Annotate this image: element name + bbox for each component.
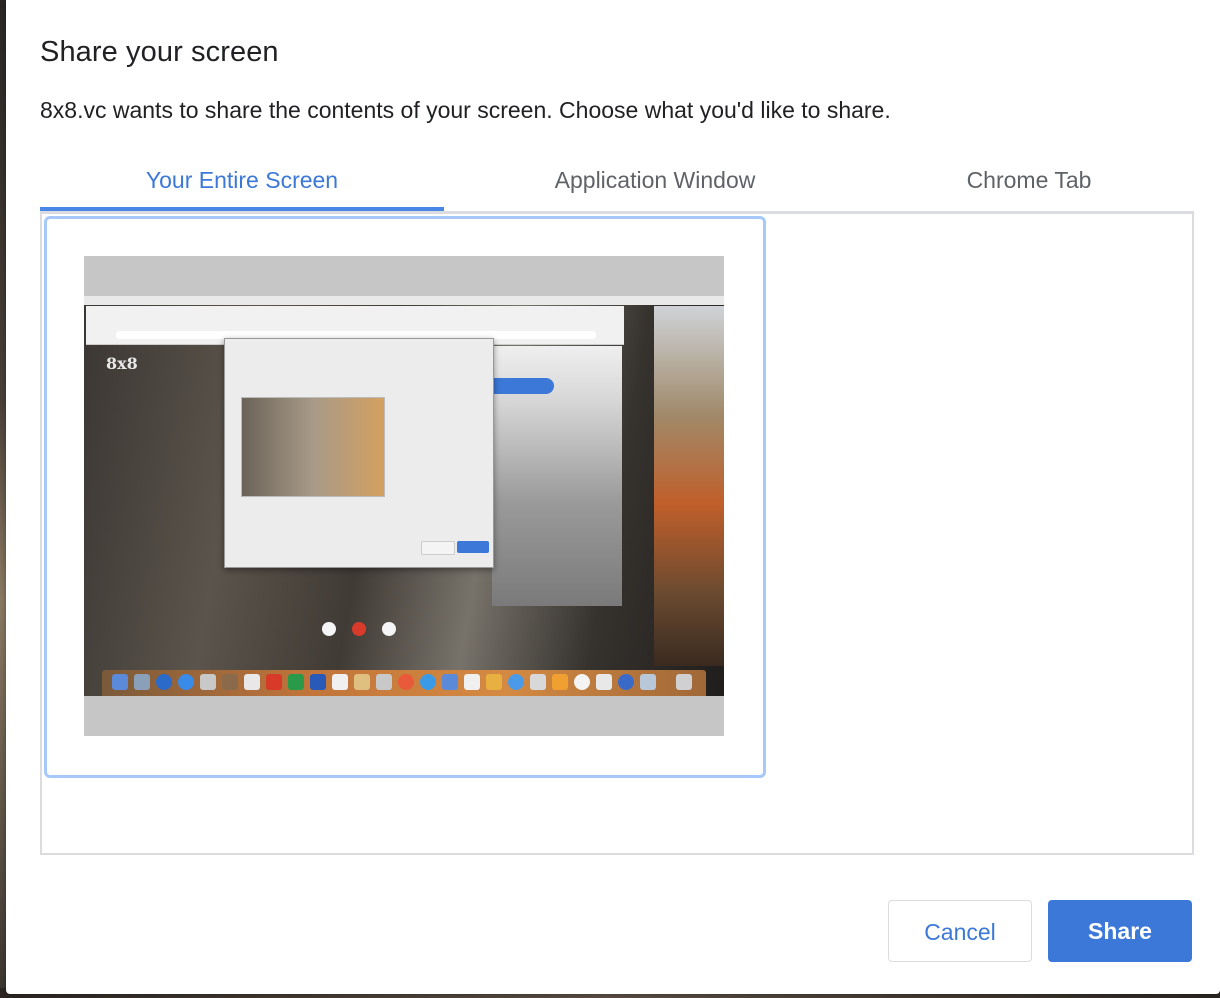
preview-share-dialog: [224, 338, 494, 568]
dock-icon: [112, 674, 128, 690]
dock-icon: [640, 674, 656, 690]
dock-icon: [530, 674, 546, 690]
dock-icon: [310, 674, 326, 690]
dialog-title: Share your screen: [40, 36, 279, 68]
dock-icon: [508, 674, 524, 690]
dock-icon: [134, 674, 150, 690]
dock-icon: [222, 674, 238, 690]
dock-icon: [156, 674, 172, 690]
dock-icon: [332, 674, 348, 690]
dock-icon: [552, 674, 568, 690]
preview-nested-thumbnail: [241, 397, 385, 497]
dock-icon: [596, 674, 612, 690]
dock-icon: [398, 674, 414, 690]
screen-preview-image: 8x8: [84, 296, 724, 696]
share-button[interactable]: Share: [1048, 900, 1192, 962]
tab-chrome-tab[interactable]: Chrome Tab: [866, 160, 1192, 212]
share-screen-dialog: Share your screen 8x8.vc wants to share …: [6, 0, 1220, 994]
preview-brand-logo: 8x8: [106, 354, 138, 373]
dock-icon: [486, 674, 502, 690]
preview-share-button: [457, 541, 489, 553]
dock-icon: [618, 674, 634, 690]
preview-menubar: [84, 296, 724, 305]
cancel-button[interactable]: Cancel: [888, 900, 1032, 962]
entire-screen-tile[interactable]: 8x8: [44, 216, 766, 778]
dock-icon: [200, 674, 216, 690]
dock-icon: [354, 674, 370, 690]
dialog-subtitle: 8x8.vc wants to share the contents of yo…: [40, 97, 891, 123]
preview-control-icon: [382, 622, 396, 636]
preview-cancel-button: [421, 541, 455, 555]
preview-control-icon: [322, 622, 336, 636]
preview-dock: [102, 670, 706, 696]
preview-call-controls: [84, 616, 724, 644]
dock-icon: [178, 674, 194, 690]
preview-desktop-wallpaper: [654, 306, 724, 666]
dock-icon: [464, 674, 480, 690]
tab-entire-screen[interactable]: Your Entire Screen: [40, 160, 444, 212]
source-tabs: Your Entire Screen Application Window Ch…: [40, 160, 1192, 212]
dock-icon: [574, 674, 590, 690]
tab-application-window[interactable]: Application Window: [444, 160, 866, 212]
dock-icon: [288, 674, 304, 690]
dock-icon: [266, 674, 282, 690]
dock-icon: [420, 674, 436, 690]
screen-preview-thumbnail: 8x8: [84, 256, 724, 736]
trash-icon: [676, 674, 692, 690]
source-list-panel: 8x8: [40, 211, 1194, 855]
preview-hangup-icon: [352, 622, 366, 636]
dock-icon: [442, 674, 458, 690]
dock-icon: [376, 674, 392, 690]
dock-icon: [244, 674, 260, 690]
